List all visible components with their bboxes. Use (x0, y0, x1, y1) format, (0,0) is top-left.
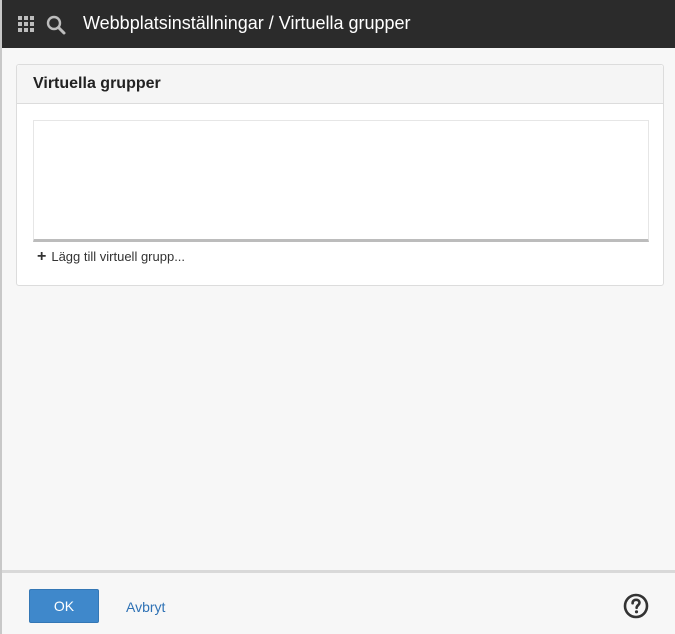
app-launcher-icon[interactable] (18, 16, 36, 34)
dialog-window: Webbplatsinställningar / Virtuella grupp… (0, 0, 675, 634)
ok-button[interactable]: OK (29, 589, 99, 623)
top-bar: Webbplatsinställningar / Virtuella grupp… (2, 0, 675, 48)
dialog-footer: OK Avbryt (2, 570, 675, 634)
add-virtual-group-label: Lägg till virtuell grupp... (51, 249, 186, 264)
virtual-groups-panel: Virtuella grupper + Lägg till virtuell g… (16, 64, 664, 286)
panel-title: Virtuella grupper (17, 65, 663, 104)
add-virtual-group-link[interactable]: + Lägg till virtuell grupp... (37, 248, 186, 265)
page-title: Webbplatsinställningar / Virtuella grupp… (83, 13, 411, 33)
cancel-button[interactable]: Avbryt (126, 599, 165, 615)
help-icon[interactable] (623, 593, 649, 619)
plus-icon: + (37, 248, 47, 265)
virtual-groups-list[interactable] (33, 120, 649, 242)
search-icon[interactable] (45, 14, 67, 36)
